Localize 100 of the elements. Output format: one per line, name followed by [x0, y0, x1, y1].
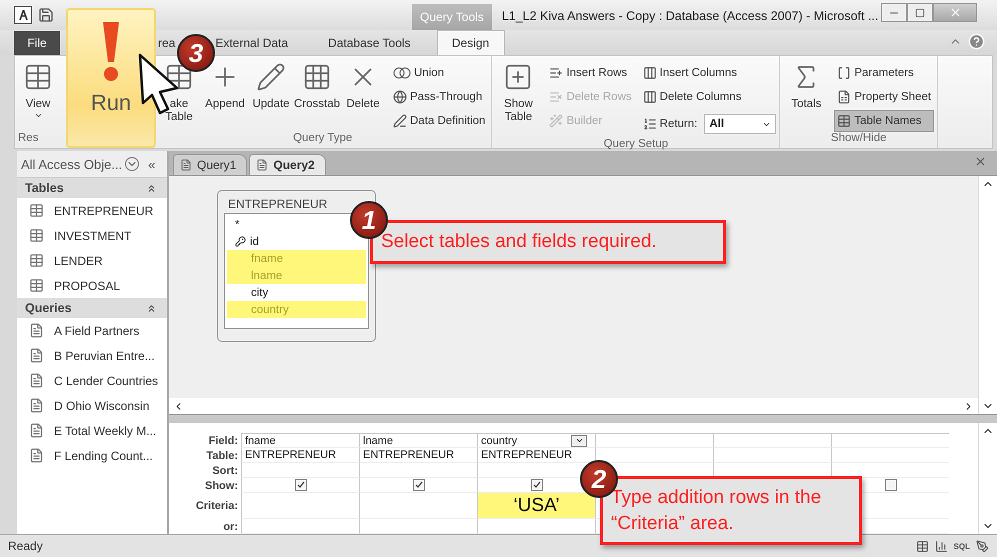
status-text: Ready: [8, 539, 43, 553]
row-label: Field:: [208, 434, 239, 446]
ribbon-button[interactable]: Show Table: [495, 60, 542, 126]
ribbon-button[interactable]: Pass-Through: [390, 86, 488, 108]
nav-item[interactable]: INVESTMENT: [17, 223, 167, 248]
nav-item[interactable]: E Total Weekly M...: [17, 418, 167, 443]
row-label: Table:: [205, 450, 239, 462]
ribbon-button[interactable]: Crosstab: [295, 60, 339, 114]
query-icon: [29, 398, 44, 413]
close-button[interactable]: [933, 3, 977, 22]
checkbox[interactable]: [412, 479, 424, 491]
grid-cell[interactable]: [831, 433, 949, 448]
columns-icon: [642, 90, 657, 104]
ribbon-button[interactable]: Insert Columns: [640, 62, 776, 84]
close-icon[interactable]: [974, 155, 987, 168]
ribbon-tab[interactable]: Design: [436, 30, 505, 55]
query-icon: [29, 373, 44, 388]
grid-cell[interactable]: ENTREPRENEUR: [241, 448, 359, 463]
query-icon: [180, 159, 192, 171]
maximize-button[interactable]: [907, 3, 933, 22]
nav-item[interactable]: C Lender Countries: [17, 368, 167, 393]
document-tab[interactable]: Query2: [249, 154, 326, 175]
query-icon: [29, 348, 44, 363]
table-icon: [837, 114, 852, 128]
grid-cell[interactable]: [713, 433, 831, 448]
grid-cell[interactable]: lname: [359, 433, 477, 448]
chart-view-icon[interactable]: [934, 540, 948, 552]
checkbox[interactable]: [884, 479, 896, 491]
collapse-icon[interactable]: [146, 182, 157, 194]
table-icon: [23, 62, 53, 92]
grid-icon: [302, 62, 332, 92]
field-list-title: ENTREPRENEUR: [227, 197, 328, 211]
return-dropdown[interactable]: All: [704, 114, 776, 134]
ribbon-tab[interactable]: rea: [158, 31, 176, 55]
ribbon-button[interactable]: Totals: [783, 60, 830, 114]
return-label: Return:: [640, 110, 700, 138]
grid-cell[interactable]: country: [477, 433, 595, 448]
group-label: Query Setup: [602, 138, 670, 150]
run-button-tooltip[interactable]: Run: [66, 8, 156, 148]
query-icon: [29, 423, 44, 438]
grid-cell[interactable]: [595, 433, 713, 448]
ribbon-button[interactable]: Union: [390, 62, 488, 84]
globe-icon: [393, 90, 407, 104]
group-label: Res: [18, 132, 40, 146]
dropdown-icon[interactable]: [125, 157, 140, 171]
table-icon: [29, 228, 44, 243]
nav-item[interactable]: ENTREPRENEUR: [17, 198, 167, 223]
list-x-icon: [549, 90, 564, 104]
sheet-icon: [837, 90, 852, 104]
ribbon-tab[interactable]: Database Tools: [328, 31, 411, 55]
row-label: Criteria:: [194, 500, 239, 512]
sql-view-button[interactable]: SQL: [954, 542, 970, 550]
grid-cell[interactable]: ENTREPRENEUR: [359, 448, 477, 463]
ribbon-button[interactable]: Insert Rows: [546, 62, 635, 84]
ribbon-button[interactable]: Data Definition: [390, 110, 488, 132]
nav-item[interactable]: F Lending Count...: [17, 443, 167, 468]
design-view-icon[interactable]: [976, 540, 989, 552]
nav-item[interactable]: D Ohio Wisconsin: [17, 393, 167, 418]
ribbon-button[interactable]: Update: [249, 60, 293, 114]
datasheet-view-icon[interactable]: [916, 540, 929, 552]
ribbon-button[interactable]: Parameters: [834, 62, 934, 84]
collapse-icon[interactable]: [146, 302, 157, 314]
app-icon: [14, 6, 32, 24]
field-item[interactable]: city: [227, 284, 366, 301]
contextual-tab-label: Query Tools: [412, 4, 492, 30]
row-label: Show:: [204, 480, 239, 492]
nav-item[interactable]: LENDER: [17, 248, 167, 273]
nav-section-header[interactable]: Tables: [17, 178, 167, 198]
nav-item[interactable]: PROPOSAL: [17, 273, 167, 298]
grid-cell[interactable]: fname: [241, 433, 359, 448]
nav-pane-title[interactable]: All Access Obje...: [21, 156, 122, 172]
ribbon-button[interactable]: Table Names: [834, 110, 934, 132]
maximize-icon: [915, 8, 925, 18]
grid-cell[interactable]: ENTREPRENEUR: [477, 448, 595, 463]
pencil-icon: [256, 62, 286, 92]
ribbon-button[interactable]: Delete Columns: [640, 86, 776, 108]
query-icon: [256, 159, 268, 171]
grid-cell[interactable]: ‘USA’: [477, 493, 595, 519]
brackets-icon: [837, 66, 852, 80]
table-icon: [29, 278, 44, 293]
ribbon-button[interactable]: Delete: [341, 60, 385, 114]
dropdown-button[interactable]: [571, 434, 587, 446]
file-tab[interactable]: File: [14, 31, 60, 55]
nav-item[interactable]: A Field Partners: [17, 318, 167, 343]
table-icon: [29, 253, 44, 268]
nav-section-header[interactable]: Queries: [17, 298, 167, 318]
window-title: L1_L2 Kiva Answers - Copy : Database (Access 2007) - Microsoft ...: [502, 9, 880, 25]
document-tab[interactable]: Query1: [173, 154, 248, 175]
ribbon-button[interactable]: View: [18, 60, 58, 122]
save-icon[interactable]: [38, 7, 54, 23]
nav-item[interactable]: B Peruvian Entre...: [17, 343, 167, 368]
checkbox[interactable]: [530, 479, 542, 491]
columns-icon: [642, 66, 657, 80]
query-icon: [29, 323, 44, 338]
group-label: Show/Hide: [830, 132, 888, 146]
help-icon[interactable]: [968, 33, 985, 50]
checkbox[interactable]: [294, 479, 306, 491]
ribbon-button[interactable]: Property Sheet: [834, 86, 934, 108]
collapse-button[interactable]: «: [148, 156, 156, 172]
ribbon-tab[interactable]: External Data: [215, 31, 288, 55]
